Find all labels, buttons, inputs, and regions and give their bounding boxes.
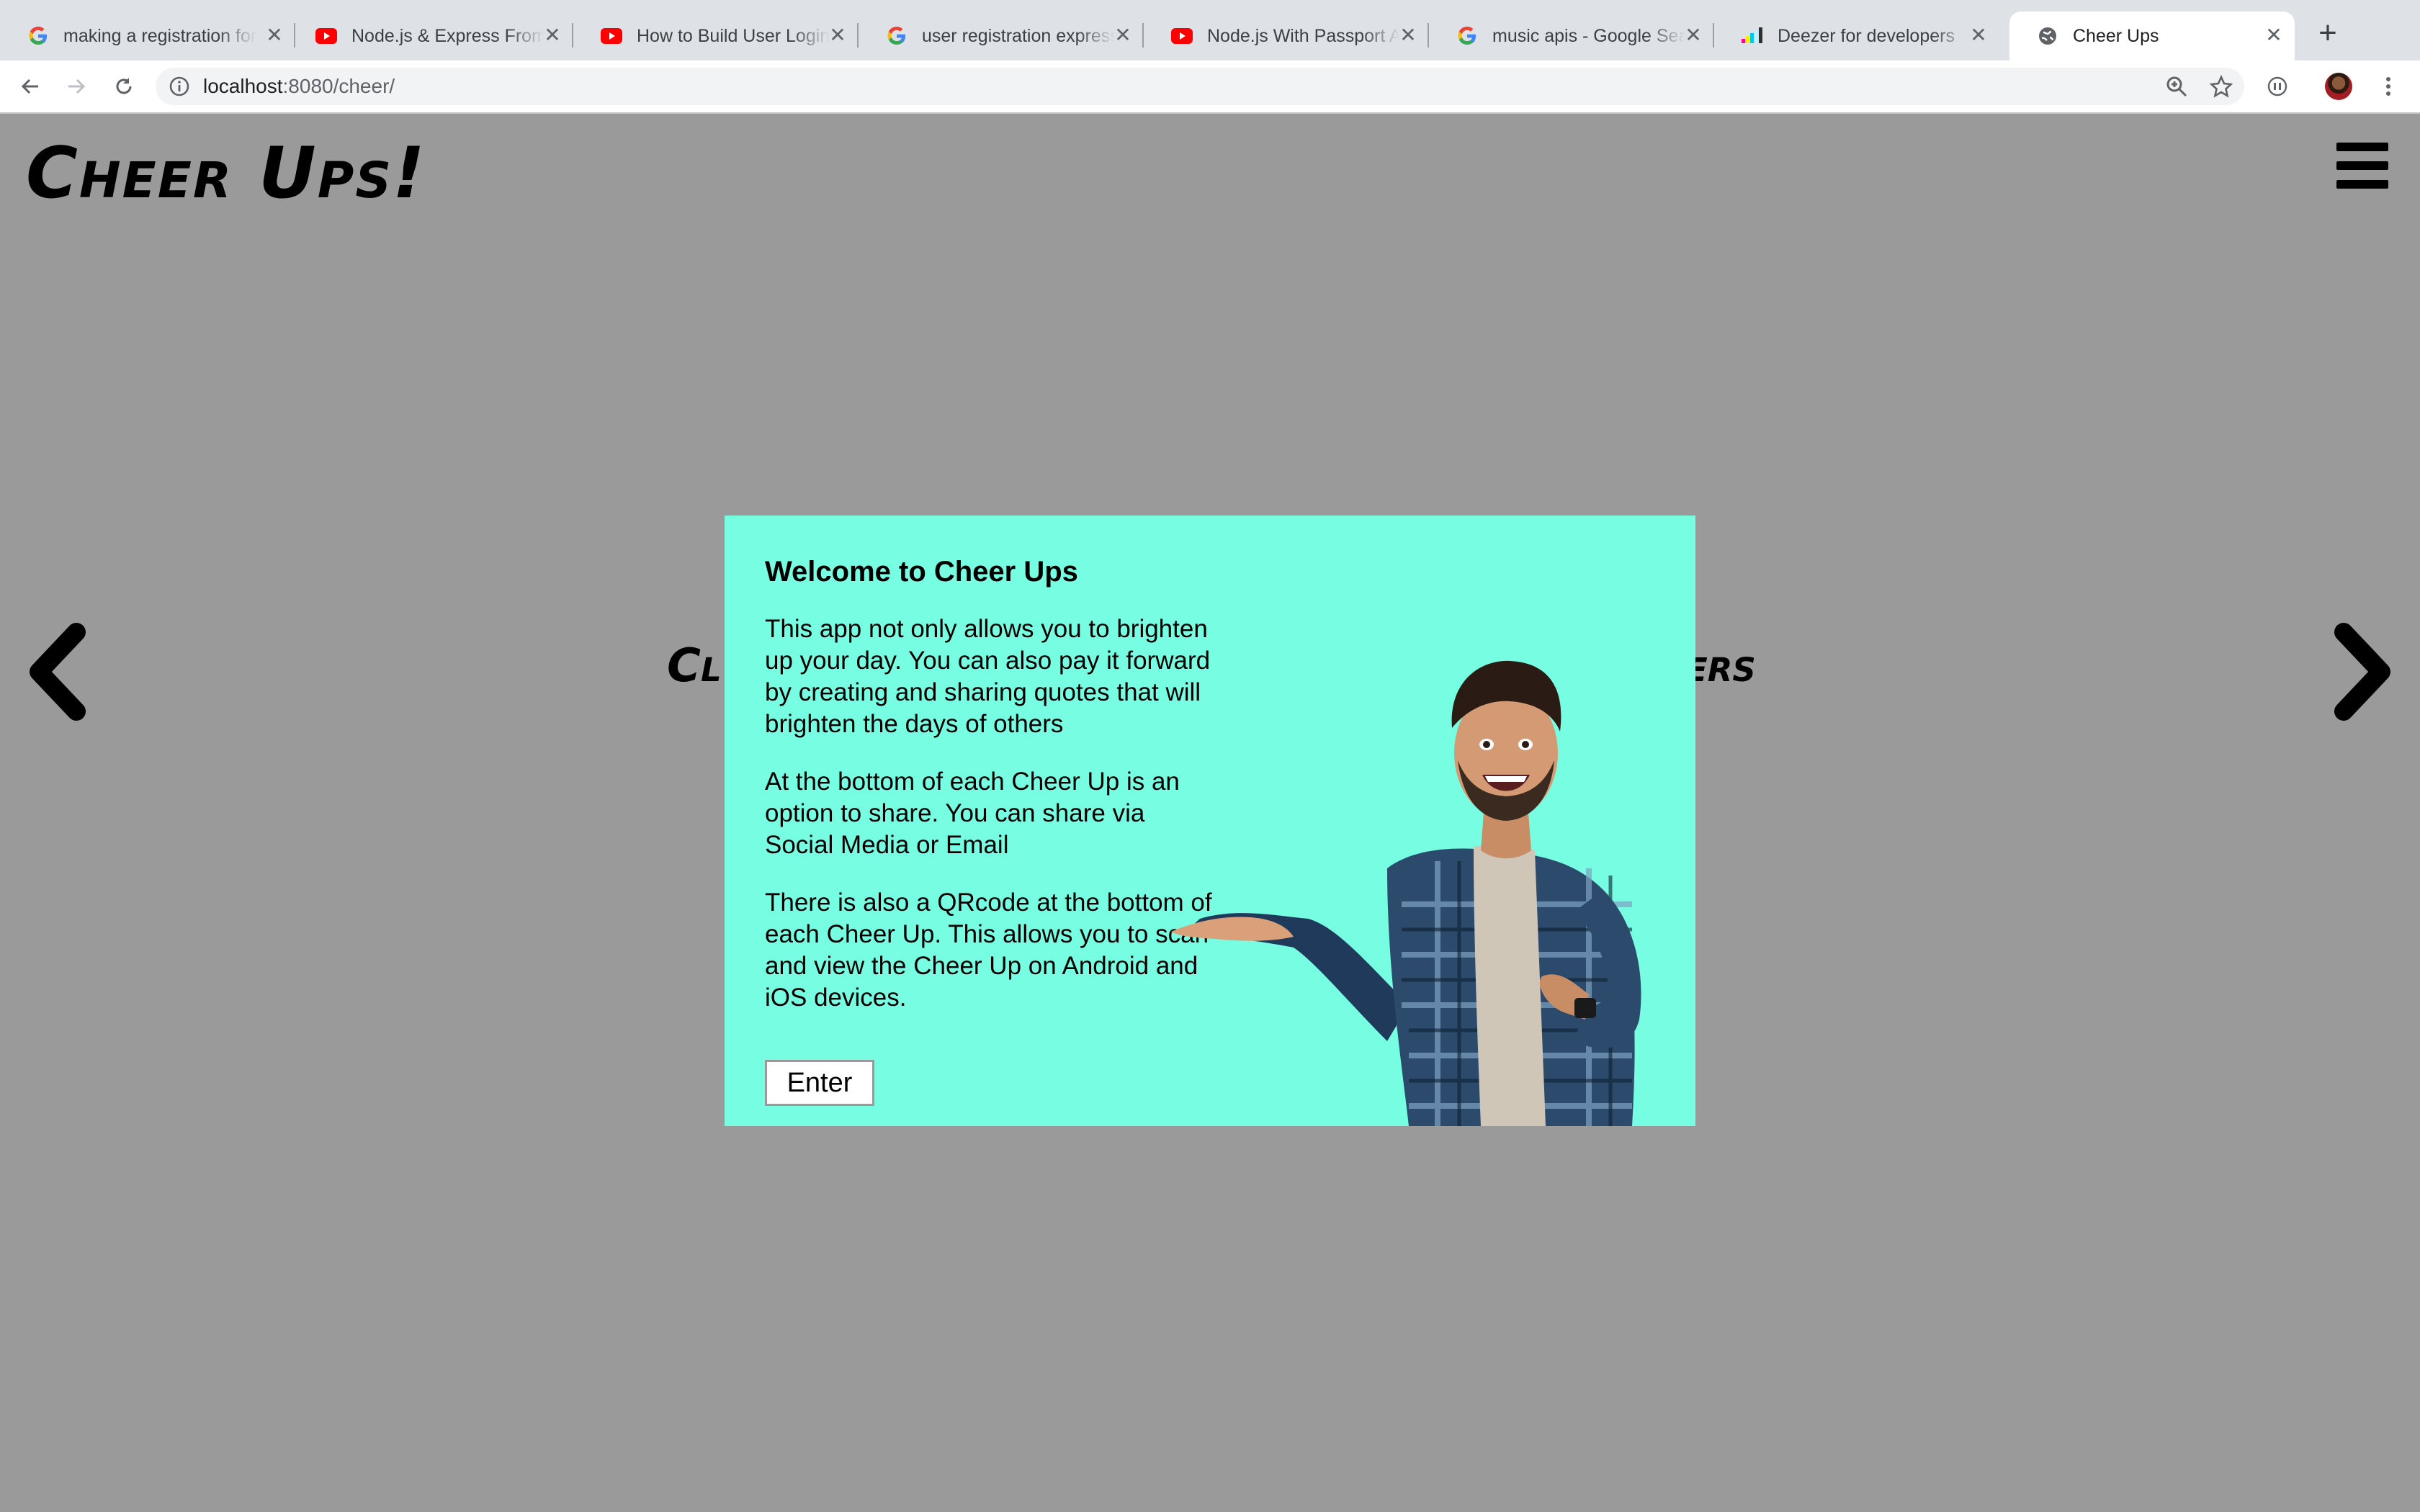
tab-title: Deezer for developers [1778, 25, 1955, 46]
tab-close-icon[interactable]: ✕ [827, 24, 848, 46]
youtube-icon [1171, 25, 1193, 47]
bookmark-button[interactable] [2205, 71, 2237, 102]
zoom-icon [2166, 76, 2187, 97]
info-icon[interactable] [169, 76, 190, 97]
tab-close-icon[interactable]: ✕ [1682, 24, 1704, 46]
kebab-menu-icon [2386, 77, 2390, 96]
zoom-button[interactable] [2161, 71, 2192, 102]
reload-icon [116, 78, 132, 94]
modal-text: Welcome to Cheer Ups This app not only a… [765, 554, 1219, 1040]
tab-close-icon[interactable]: ✕ [2263, 24, 2285, 46]
next-arrow-icon[interactable] [2328, 618, 2407, 726]
deezer-icon [1742, 25, 1763, 47]
tab-title: Node.js & Express From Scratch [351, 25, 544, 46]
page-content: Cheer Ups! Cl ers Welcome to Cheer Ups T… [0, 114, 2420, 1512]
browser-tab[interactable]: How to Build User Login ✕ [573, 12, 859, 60]
site-logo[interactable]: Cheer Ups! [26, 132, 426, 215]
tab-title: Cheer Ups [2073, 25, 2159, 46]
browser-tab-bar: making a registration form ✕ Node.js & E… [0, 0, 2420, 60]
welcome-modal: Welcome to Cheer Ups This app not only a… [725, 516, 1695, 1126]
browser-tab[interactable]: user registration express ✕ [859, 12, 1144, 60]
modal-paragraph: At the bottom of each Cheer Up is an opt… [765, 768, 1180, 859]
carousel-text-right: ers [1685, 639, 1756, 693]
browser-tab[interactable]: music apis - Google Search ✕ [1429, 12, 1714, 60]
tab-close-icon[interactable]: ✕ [1397, 24, 1419, 46]
extension-button[interactable] [2262, 71, 2293, 102]
google-icon [1456, 25, 1478, 47]
back-button[interactable] [14, 71, 46, 102]
forward-arrow-icon [68, 78, 86, 94]
globe-icon [2037, 25, 2058, 47]
extension-icon [2267, 76, 2287, 96]
browser-toolbar: localhost:8080/cheer/ [0, 60, 2420, 114]
person-illustration [1171, 660, 1641, 1126]
browser-tab[interactable]: Node.js With Passport Authentication ✕ [1144, 12, 1429, 60]
tab-close-icon[interactable]: ✕ [1112, 24, 1134, 46]
google-icon [886, 25, 908, 47]
tab-title: Node.js With Passport Authentication [1207, 25, 1400, 46]
browser-tab[interactable]: Node.js & Express From Scratch ✕ [288, 12, 573, 60]
star-icon [2210, 75, 2233, 98]
reload-button[interactable] [108, 71, 140, 102]
tab-close-icon[interactable]: ✕ [1968, 24, 1989, 46]
previous-arrow-icon[interactable] [13, 618, 92, 726]
carousel-text-left: Cl [667, 639, 722, 693]
forward-button[interactable] [60, 71, 92, 102]
google-icon [27, 25, 49, 47]
browser-tab-active[interactable]: Cheer Ups ✕ [2009, 12, 2295, 60]
url-text: localhost:8080/cheer/ [203, 68, 395, 105]
modal-paragraph: This app not only allows you to brighten… [765, 615, 1211, 738]
youtube-icon [315, 25, 337, 47]
browser-tab[interactable]: Deezer for developers ✕ [1714, 12, 1999, 60]
tab-title: user registration express [922, 25, 1115, 46]
browser-menu-button[interactable] [2372, 71, 2404, 102]
youtube-icon [601, 25, 622, 47]
tab-title: making a registration form [63, 25, 256, 46]
tab-title: music apis - Google Search [1492, 25, 1685, 46]
address-bar[interactable]: localhost:8080/cheer/ [156, 68, 2244, 105]
new-tab-button[interactable]: + [2311, 16, 2345, 50]
modal-title: Welcome to Cheer Ups [765, 556, 1078, 588]
url-path: :8080/cheer/ [282, 75, 395, 97]
browser-tab[interactable]: making a registration form ✕ [0, 12, 295, 60]
enter-button[interactable]: Enter [765, 1060, 874, 1106]
hamburger-menu-icon[interactable] [2336, 143, 2388, 189]
tab-title: How to Build User Login [637, 25, 830, 46]
tab-close-icon[interactable]: ✕ [264, 24, 285, 46]
tab-close-icon[interactable]: ✕ [542, 24, 563, 46]
modal-paragraph: There is also a QRcode at the bottom of … [765, 888, 1212, 1012]
url-host: localhost [203, 75, 283, 97]
back-arrow-icon [21, 78, 38, 94]
profile-avatar[interactable] [2325, 73, 2352, 100]
